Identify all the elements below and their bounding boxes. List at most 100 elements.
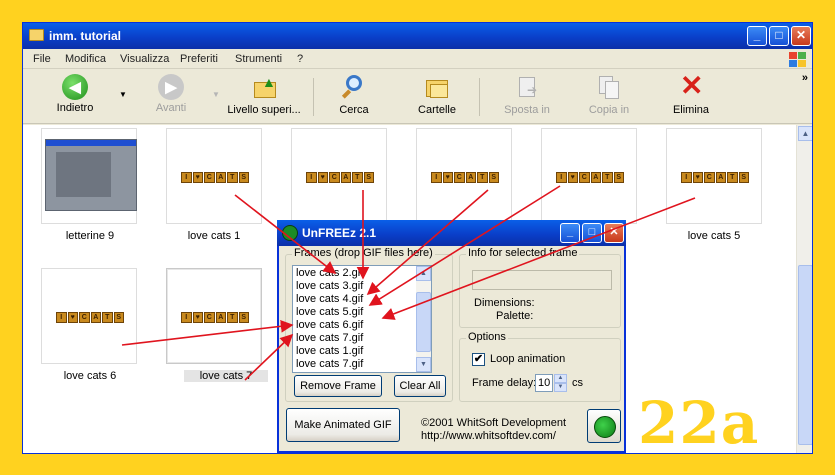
frame-item[interactable]: love cats 5.gif (296, 306, 363, 318)
loop-animation-checkbox[interactable]: ✔ (472, 353, 485, 366)
frame-item[interactable]: love cats 4.gif (296, 293, 363, 305)
unfreez-maximize-button[interactable]: □ (582, 223, 602, 243)
frames-list-scrollbar[interactable]: ▲ ▼ (416, 266, 431, 372)
menu-strumenti[interactable]: Strumenti (235, 53, 282, 65)
palette-label: Palette: (496, 310, 534, 322)
back-arrow-icon: ◀ (62, 74, 88, 100)
website-link[interactable]: http://www.whitsoftdev.com/ (421, 430, 556, 442)
close-button[interactable]: ✕ (791, 26, 811, 46)
spin-down-icon: ▼ (554, 383, 567, 392)
back-label: Indietro (56, 102, 94, 114)
info-group-label: Info for selected frame (466, 247, 580, 259)
thumbnail-selected[interactable]: I ♥ C A T S (166, 268, 262, 364)
forward-arrow-icon: ▶ (158, 74, 184, 100)
frame-item[interactable]: love cats 6.gif (296, 319, 363, 331)
search-label: Cerca (339, 104, 369, 116)
move-to-label: Sposta in (504, 104, 550, 116)
thumbnail[interactable]: I ♥ C A T S (166, 128, 262, 224)
remove-frame-button[interactable]: Remove Frame (294, 375, 382, 397)
folders-label: Cartelle (418, 104, 456, 116)
list-scroll-up-icon[interactable]: ▲ (416, 266, 431, 281)
copyright-text: ©2001 WhitSoft Development (421, 417, 567, 429)
window-title: imm. tutorial (49, 29, 122, 43)
up-folder-button[interactable]: ▲ Livello superi... (223, 74, 305, 116)
toolbar: ◀ Indietro ▼ ▶ Avanti ▼ ▲ Livello superi… (23, 70, 812, 124)
up-folder-icon: ▲ (250, 74, 278, 102)
make-animated-gif-button[interactable]: Make Animated GIF (286, 408, 400, 442)
folders-icon (423, 74, 451, 102)
thumbnail[interactable]: I ♥ C A T S (41, 268, 137, 364)
list-scroll-thumb[interactable] (416, 292, 431, 352)
file-name[interactable]: love cats 6 (30, 370, 150, 382)
menu-visualizza[interactable]: Visualizza (120, 53, 169, 65)
folders-button[interactable]: Cartelle (409, 74, 465, 116)
frame-item[interactable]: love cats 1.gif (296, 345, 363, 357)
screenshot-thumbnail-image (45, 139, 137, 211)
unfreez-title: UnFREEz 2.1 (302, 226, 377, 240)
frame-delay-spinner[interactable]: ▲ ▼ (554, 374, 567, 392)
file-name-selected[interactable]: love cats 7 (184, 370, 268, 382)
scroll-up-icon[interactable]: ▲ (798, 126, 812, 141)
frame-delay-input[interactable]: 10 (535, 374, 553, 392)
frames-list[interactable]: love cats 2.gif love cats 3.gif love cat… (292, 265, 432, 373)
search-icon (340, 74, 368, 102)
frame-item[interactable]: love cats 3.gif (296, 280, 363, 292)
frame-item[interactable]: love cats 7.gif (296, 332, 363, 344)
file-name[interactable]: letterine 9 (30, 230, 150, 242)
back-button[interactable]: ◀ Indietro (49, 74, 101, 114)
love-cats-image: I ♥ C A T S (181, 312, 249, 323)
vertical-scrollbar[interactable]: ▲ (796, 125, 812, 453)
forward-label: Avanti (155, 102, 187, 114)
copy-to-button[interactable]: Copia in (581, 74, 637, 116)
search-button[interactable]: Cerca (329, 74, 379, 116)
spin-up-icon: ▲ (554, 374, 567, 383)
unfreez-app-icon (282, 225, 298, 241)
file-name[interactable]: love cats 5 (654, 230, 774, 242)
file-name[interactable]: love cats 1 (154, 230, 274, 242)
options-group-label: Options (466, 331, 508, 343)
thumbnail[interactable]: I ♥ C A T S (541, 128, 637, 224)
menu-modifica[interactable]: Modifica (65, 53, 106, 65)
loop-animation-label: Loop animation (490, 353, 566, 365)
clear-all-button[interactable]: Clear All (394, 375, 446, 397)
love-cats-image: I ♥ C A T S (306, 172, 374, 183)
frames-group: Frames (drop GIF files here) love cats 2… (285, 247, 453, 402)
love-cats-image: I ♥ C A T S (431, 172, 499, 183)
maximize-button[interactable]: □ (769, 26, 789, 46)
unfreez-window: UnFREEz 2.1 _ □ ✕ Frames (drop GIF files… (277, 220, 626, 453)
frame-item[interactable]: love cats 2.gif (296, 267, 363, 279)
delete-button[interactable]: ✕ Elimina (663, 72, 719, 117)
toolbar-separator (479, 78, 480, 116)
love-cats-image: I ♥ C A T S (556, 172, 624, 183)
copy-to-icon (595, 74, 623, 102)
toolbar-chevron-icon[interactable]: » (802, 72, 808, 84)
frames-group-label: Frames (drop GIF files here) (292, 247, 435, 259)
thumbnail[interactable]: I ♥ C A T S (416, 128, 512, 224)
minimize-button[interactable]: _ (747, 26, 767, 46)
menu-preferiti[interactable]: Preferiti (180, 53, 218, 65)
frame-delay-unit: cs (572, 377, 583, 389)
unfreez-logo-button[interactable] (587, 409, 621, 443)
thumbnail[interactable]: I ♥ C A T S (291, 128, 387, 224)
unfreez-close-button[interactable]: ✕ (604, 223, 624, 243)
info-group: Info for selected frame Dimensions: Pale… (459, 247, 621, 328)
unfreez-minimize-button[interactable]: _ (560, 223, 580, 243)
thumbnail[interactable]: I ♥ C A T S (666, 128, 762, 224)
thumbnail[interactable] (41, 128, 137, 224)
menu-help[interactable]: ? (297, 53, 303, 65)
copy-to-label: Copia in (588, 104, 630, 116)
love-cats-image: I ♥ C A T S (681, 172, 749, 183)
love-cats-image: I ♥ C A T S (181, 172, 249, 183)
back-dropdown-icon[interactable]: ▼ (119, 90, 127, 99)
forward-button[interactable]: ▶ Avanti (145, 74, 197, 114)
explorer-titlebar[interactable]: imm. tutorial _ □ ✕ (23, 23, 812, 49)
love-cats-image: I ♥ C A T S (56, 312, 124, 323)
forward-dropdown-icon[interactable]: ▼ (212, 90, 220, 99)
unfreez-titlebar[interactable]: UnFREEz 2.1 _ □ ✕ (277, 220, 626, 246)
move-to-icon: ➔ (513, 74, 541, 102)
scroll-thumb[interactable] (798, 265, 812, 445)
frame-item[interactable]: love cats 7.gif (296, 358, 363, 370)
list-scroll-down-icon[interactable]: ▼ (416, 357, 431, 372)
move-to-button[interactable]: ➔ Sposta in (499, 74, 555, 116)
menu-file[interactable]: File (33, 53, 51, 65)
